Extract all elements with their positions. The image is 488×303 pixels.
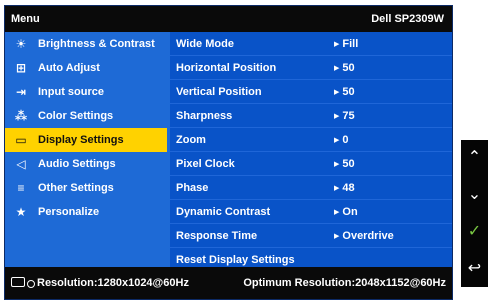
monitor-buttons: ⌃ ⌄ ✓ ↩ — [461, 140, 488, 287]
setting-row-dynamic-contrast[interactable]: Dynamic Contrast On — [170, 200, 452, 224]
osd-menu: Menu Dell SP2309W ☀ Brightness & Contras… — [4, 5, 453, 300]
other-settings-icon: ≡ — [17, 181, 25, 195]
nav-item-display-settings[interactable]: ▭ Display Settings — [5, 128, 167, 152]
setting-value: On — [334, 206, 357, 218]
nav-item-auto-adjust[interactable]: ⊞ Auto Adjust — [5, 56, 167, 80]
setting-value: 50 — [334, 86, 354, 98]
settings-panel: Wide Mode Fill Horizontal Position 50 Ve… — [170, 32, 452, 272]
nav-item-label: Brightness & Contrast — [38, 38, 155, 50]
display-settings-icon: ▭ — [15, 133, 27, 147]
setting-value: 75 — [334, 110, 354, 122]
setting-row-wide-mode[interactable]: Wide Mode Fill — [170, 32, 452, 56]
setting-value: 48 — [334, 182, 354, 194]
setting-row-response-time[interactable]: Response Time Overdrive — [170, 224, 452, 248]
nav-menu: ☀ Brightness & Contrast ⊞ Auto Adjust ⇥ … — [5, 32, 167, 267]
setting-label: Response Time — [176, 230, 258, 242]
setting-label: Reset Display Settings — [176, 254, 295, 266]
setting-row-phase[interactable]: Phase 48 — [170, 176, 452, 200]
setting-value: 50 — [334, 158, 354, 170]
setting-label: Vertical Position — [176, 86, 262, 98]
nav-item-brightness-contrast[interactable]: ☀ Brightness & Contrast — [5, 32, 167, 56]
nav-item-label: Color Settings — [38, 110, 114, 122]
status-bar: Resolution:1280x1024@60Hz Optimum Resolu… — [5, 267, 452, 299]
nav-item-label: Audio Settings — [38, 158, 116, 170]
nav-item-label: Auto Adjust — [38, 62, 100, 74]
current-resolution: Resolution:1280x1024@60Hz — [37, 277, 189, 289]
nav-item-label: Personalize — [38, 206, 100, 218]
resolution-icon — [11, 277, 35, 288]
color-settings-icon: ⁂ — [14, 109, 28, 123]
setting-label: Sharpness — [176, 110, 233, 122]
setting-label: Dynamic Contrast — [176, 206, 271, 218]
setting-row-pixel-clock[interactable]: Pixel Clock 50 — [170, 152, 452, 176]
back-arrow-icon: ↩ — [467, 260, 482, 277]
checkmark-icon: ✓ — [467, 223, 482, 240]
setting-label: Zoom — [176, 134, 206, 146]
input-source-icon: ⇥ — [15, 85, 27, 99]
setting-value: Overdrive — [334, 230, 393, 242]
setting-row-sharpness[interactable]: Sharpness 75 — [170, 104, 452, 128]
brightness-icon: ☀ — [15, 37, 27, 51]
speaker-icon: ◁ — [16, 157, 26, 171]
monitor-model: Dell SP2309W — [371, 13, 444, 25]
setting-row-vertical-position[interactable]: Vertical Position 50 — [170, 80, 452, 104]
nav-item-input-source[interactable]: ⇥ Input source — [5, 80, 167, 104]
menu-title: Menu — [11, 13, 40, 25]
setting-row-horizontal-position[interactable]: Horizontal Position 50 — [170, 56, 452, 80]
up-button[interactable]: ⌃ — [461, 140, 488, 176]
nav-item-label: Display Settings — [38, 134, 124, 146]
setting-value: Fill — [334, 38, 358, 50]
nav-item-audio-settings[interactable]: ◁ Audio Settings — [5, 152, 167, 176]
setting-label: Pixel Clock — [176, 158, 235, 170]
nav-item-color-settings[interactable]: ⁂ Color Settings — [5, 104, 167, 128]
optimum-resolution: Optimum Resolution:2048x1152@60Hz — [243, 277, 446, 289]
ok-button[interactable]: ✓ — [461, 214, 488, 250]
setting-value: 0 — [334, 134, 348, 146]
auto-adjust-icon: ⊞ — [15, 61, 27, 75]
setting-label: Horizontal Position — [176, 62, 277, 74]
setting-label: Phase — [176, 182, 209, 194]
down-button[interactable]: ⌄ — [461, 177, 488, 213]
setting-row-zoom[interactable]: Zoom 0 — [170, 128, 452, 152]
setting-value: 50 — [334, 62, 354, 74]
chevron-down-icon: ⌄ — [467, 186, 482, 203]
back-button[interactable]: ↩ — [461, 251, 488, 287]
setting-label: Wide Mode — [176, 38, 234, 50]
osd-header: Menu Dell SP2309W — [5, 6, 452, 32]
nav-item-personalize[interactable]: ★ Personalize — [5, 200, 167, 224]
chevron-up-icon: ⌃ — [467, 149, 482, 166]
nav-item-label: Other Settings — [38, 182, 114, 194]
nav-item-other-settings[interactable]: ≡ Other Settings — [5, 176, 167, 200]
star-icon: ★ — [15, 205, 27, 219]
nav-item-label: Input source — [38, 86, 105, 98]
